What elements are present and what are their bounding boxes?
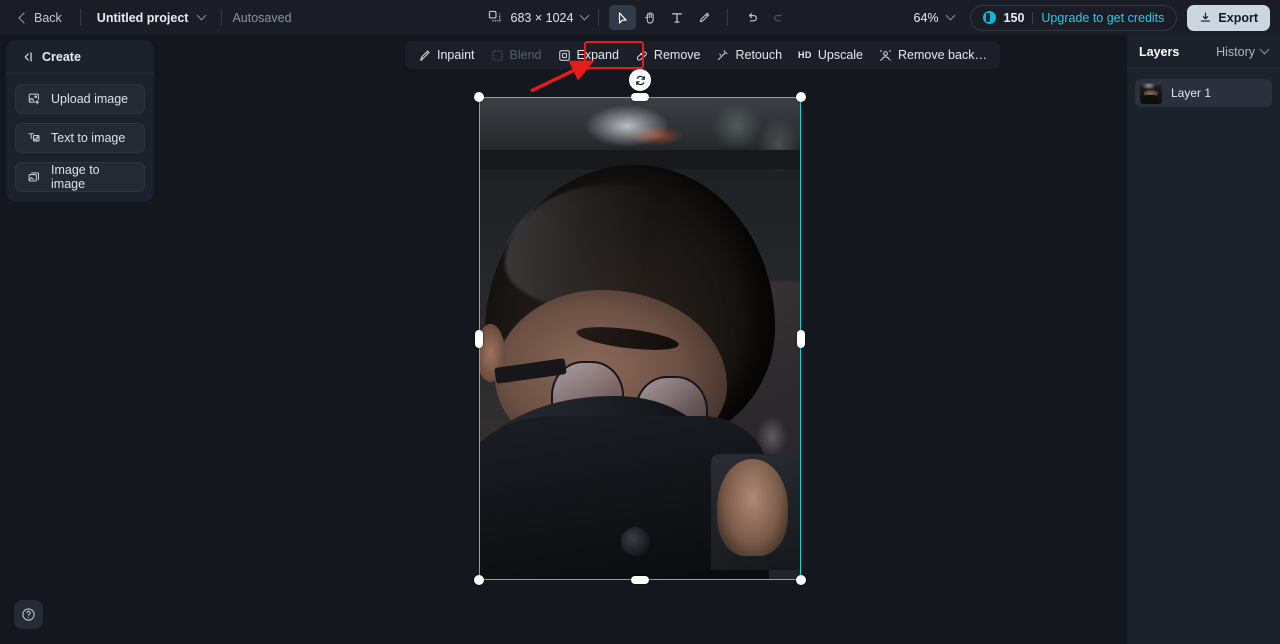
- tab-history[interactable]: History: [1216, 44, 1270, 59]
- top-bar-center-tools: 683 × 1024: [470, 0, 810, 35]
- upgrade-link[interactable]: Upgrade to get credits: [1041, 11, 1164, 25]
- project-name: Untitled project: [96, 10, 189, 25]
- resize-handle-left[interactable]: [475, 329, 483, 348]
- canvas-area[interactable]: [158, 35, 1123, 644]
- photo-jacket-button: [620, 526, 650, 556]
- tab-history-label: History: [1216, 44, 1255, 59]
- layer-name: Layer 1: [1171, 86, 1212, 100]
- image-to-image-button[interactable]: Image to image: [15, 162, 145, 192]
- app-root: Back Untitled project Autosaved 683 × 10…: [0, 0, 1280, 644]
- tab-layers[interactable]: Layers: [1139, 45, 1179, 59]
- chevron-down-icon: [1259, 44, 1270, 55]
- help-button[interactable]: [14, 600, 43, 629]
- divider: [598, 9, 600, 26]
- text-to-image-label: Text to image: [51, 131, 126, 145]
- resize-handle-top[interactable]: [631, 93, 649, 101]
- canvas-dimensions: 683 × 1024: [510, 10, 574, 25]
- create-panel-items: Upload image Text to image Image to imag…: [6, 74, 154, 192]
- credits-pill[interactable]: 150 Upgrade to get credits: [969, 4, 1178, 31]
- resize-canvas-icon: [488, 10, 503, 25]
- export-button[interactable]: Export: [1187, 4, 1270, 31]
- divider: [727, 9, 729, 26]
- layers-panel-header: Layers History: [1127, 35, 1280, 69]
- top-bar-right: 64% 150 Upgrade to get credits Export: [908, 4, 1270, 31]
- back-button-label: Back: [34, 10, 62, 25]
- upload-image-button[interactable]: Upload image: [15, 84, 145, 114]
- hand-tool-button[interactable]: [636, 5, 663, 30]
- chevron-left-icon: [18, 11, 30, 24]
- zoom-control[interactable]: 64%: [908, 7, 960, 29]
- layers-panel: Layers History Layer 1: [1127, 35, 1280, 644]
- upload-image-label: Upload image: [51, 92, 129, 106]
- upload-image-icon: [27, 92, 41, 106]
- chevron-down-icon: [945, 10, 955, 21]
- resize-handle-bottom-left[interactable]: [474, 575, 484, 585]
- create-panel: Create Upload image Text to image Image …: [6, 40, 154, 202]
- text-to-image-icon: [27, 131, 41, 145]
- chevron-down-icon: [580, 10, 590, 21]
- chevron-down-icon: [197, 10, 207, 21]
- photo-hand: [717, 459, 789, 556]
- export-button-label: Export: [1218, 10, 1258, 25]
- top-bar-left: Back Untitled project Autosaved: [0, 7, 292, 29]
- divider: [1032, 11, 1034, 24]
- zoom-level: 64%: [913, 10, 939, 25]
- rotate-icon: [634, 74, 647, 87]
- resize-handle-top-right[interactable]: [796, 92, 806, 102]
- autosave-status: Autosaved: [232, 10, 292, 25]
- canvas-size-control[interactable]: 683 × 1024: [488, 10, 590, 25]
- image-to-image-label: Image to image: [51, 163, 100, 191]
- resize-handle-bottom-right[interactable]: [796, 575, 806, 585]
- project-name-menu[interactable]: Untitled project: [91, 8, 212, 28]
- resize-handle-top-left[interactable]: [474, 92, 484, 102]
- rotate-button[interactable]: [629, 69, 651, 91]
- text-to-image-button[interactable]: Text to image: [15, 123, 145, 153]
- create-panel-header: Create: [6, 40, 154, 74]
- divider: [221, 9, 223, 26]
- image-to-image-icon: [27, 170, 41, 184]
- help-icon: [21, 607, 36, 622]
- resize-handle-bottom[interactable]: [631, 576, 649, 584]
- create-panel-title: Create: [42, 49, 81, 64]
- top-bar: Back Untitled project Autosaved 683 × 10…: [0, 0, 1280, 35]
- credits-count: 150: [1003, 10, 1025, 25]
- coin-icon: [982, 11, 996, 24]
- undo-button[interactable]: [738, 5, 765, 30]
- redo-button[interactable]: [765, 5, 792, 30]
- resize-handle-right[interactable]: [797, 329, 805, 348]
- layer-item[interactable]: Layer 1: [1135, 79, 1272, 107]
- canvas-image[interactable]: [479, 97, 801, 580]
- layer-thumbnail: [1140, 82, 1162, 104]
- image-selection[interactable]: [474, 69, 806, 585]
- brush-tool-button[interactable]: [690, 5, 717, 30]
- back-button[interactable]: Back: [12, 7, 70, 29]
- collapse-panel-icon[interactable]: [20, 50, 34, 64]
- text-tool-button[interactable]: [663, 5, 690, 30]
- download-icon: [1199, 11, 1212, 24]
- divider: [79, 9, 81, 26]
- select-tool-button[interactable]: [609, 5, 637, 30]
